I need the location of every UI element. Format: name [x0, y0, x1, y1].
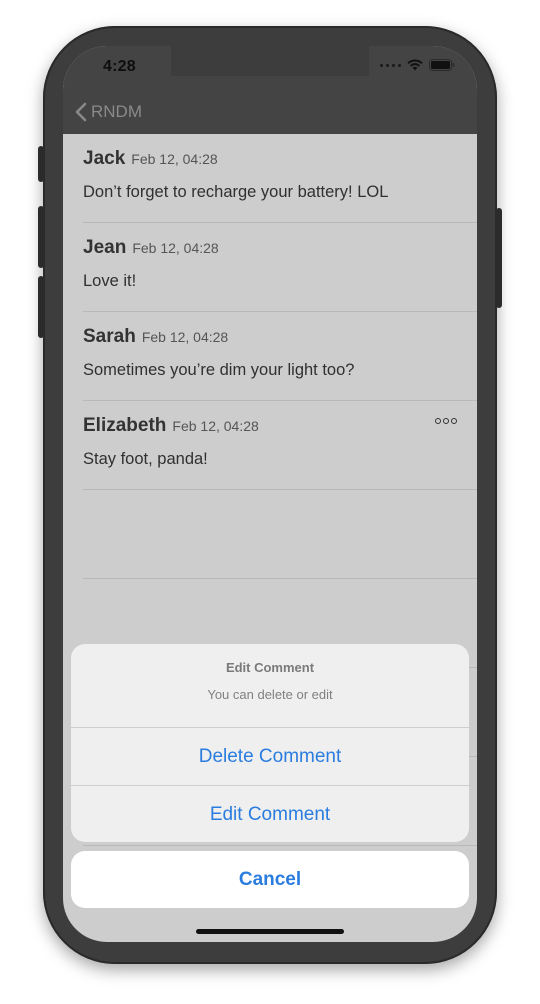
comment-text: Love it!: [83, 272, 137, 290]
navigation-bar: 4:28 RNDM: [63, 46, 477, 134]
cancel-button[interactable]: Cancel: [71, 851, 469, 908]
battery-icon: [429, 59, 455, 71]
wifi-icon: [407, 59, 423, 71]
comment-author: Jean: [83, 237, 127, 258]
delete-comment-button[interactable]: Delete Comment: [71, 728, 469, 786]
comment-author: Sarah: [83, 326, 136, 347]
notch: [171, 46, 369, 76]
comment-row[interactable]: Elizabeth Feb 12, 04:28 Stay foot, panda!: [83, 401, 477, 490]
comment-author: Jack: [83, 148, 126, 169]
back-label: RNDM: [91, 102, 142, 121]
chevron-left-icon: [75, 102, 87, 122]
status-time: 4:28: [103, 58, 136, 75]
power-button: [496, 208, 502, 308]
signal-icon: [380, 63, 401, 67]
action-sheet-title: Edit Comment: [225, 660, 315, 675]
comment-row[interactable]: Jean Feb 12, 04:28 Love it!: [83, 223, 477, 312]
back-button[interactable]: RNDM: [75, 102, 142, 122]
more-dots-icon[interactable]: [435, 418, 457, 424]
screen: 4:28 RNDM Jack Feb 12, 04:28 Don’t forge…: [63, 46, 477, 942]
action-sheet: Edit Comment You can delete or edit Dele…: [71, 644, 469, 842]
volume-down-button: [38, 276, 44, 338]
comment-row[interactable]: Sarah Feb 12, 04:28 Sometimes you’re dim …: [83, 312, 477, 401]
comment-date: Feb 12, 04:28: [131, 151, 218, 167]
comment-text: Stay foot, panda!: [83, 450, 208, 468]
home-indicator[interactable]: [196, 929, 344, 934]
action-sheet-message: You can delete or edit: [207, 687, 333, 702]
comment-text: Don’t forget to recharge your battery! L…: [83, 183, 389, 201]
comment-author: Elizabeth: [83, 415, 167, 436]
comment-date: Feb 12, 04:28: [172, 418, 259, 434]
action-sheet-header: Edit Comment You can delete or edit: [71, 644, 469, 728]
edit-comment-button[interactable]: Edit Comment: [71, 786, 469, 842]
comment-date: Feb 12, 04:28: [141, 329, 229, 345]
comment-date: Feb 12, 04:28: [132, 240, 219, 256]
mute-switch: [38, 146, 44, 182]
empty-row: [83, 490, 477, 579]
comment-row[interactable]: Jack Feb 12, 04:28 Don’t forget to rechar…: [83, 134, 477, 223]
status-icons: [380, 59, 455, 71]
comment-text: Sometimes you’re dim your light too?: [83, 361, 355, 379]
volume-up-button: [38, 206, 44, 268]
